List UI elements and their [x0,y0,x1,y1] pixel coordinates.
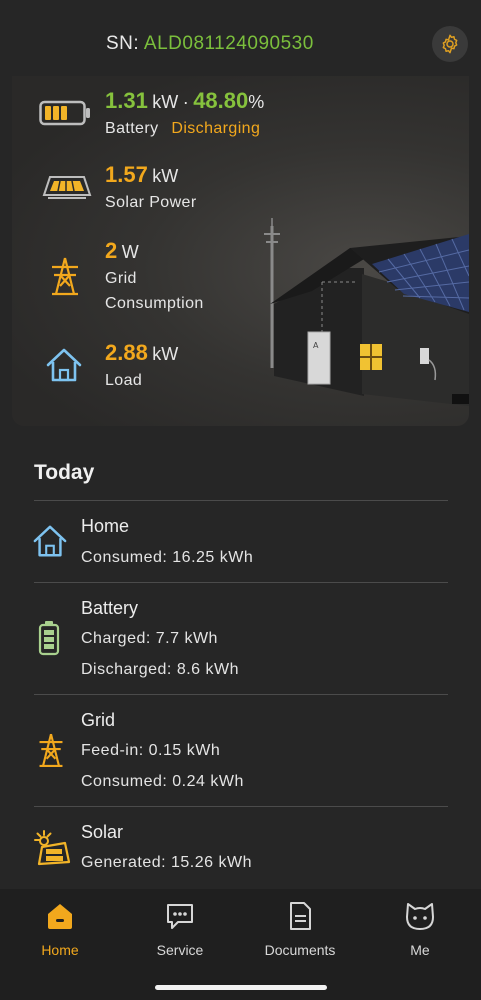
home-title: Home [81,516,130,536]
battery-power-unit: kW [152,92,179,112]
tab-documents-label: Documents [264,942,336,958]
solar-panel-icon [42,176,92,199]
chat-icon [167,904,193,929]
battery-icon [38,621,60,656]
battery-status: Discharging [171,120,261,137]
solar-power-label: Solar Power [105,194,197,211]
power-tower-icon [52,257,78,296]
tab-home[interactable]: Home [10,901,110,958]
grid-label-line2: Consumption [105,295,204,312]
grid-unit: W [121,242,139,262]
today-battery-row[interactable]: Battery Charged: 7.7 kWh Discharged: 8.6… [0,583,481,694]
cat-face-icon [406,903,434,930]
today-home-row[interactable]: Home Consumed: 16.25 kWh [0,501,481,582]
solar-power-value: 1.57 [105,162,148,187]
tab-me-label: Me [410,942,430,958]
svg-text:A: A [313,341,319,350]
solar-power-unit: kW [152,166,179,186]
battery-soc-value: 48.80 [193,88,249,113]
sn-value: ALD081124090530 [143,33,314,54]
load-label: Load [105,372,143,389]
sn-label: SN: [106,33,140,54]
tab-documents[interactable]: Documents [250,901,350,958]
battery-label: Battery [105,120,159,137]
battery-power-value: 1.31 [105,88,148,113]
grid-label-line1: Grid [105,270,137,287]
serial-number: SN: ALD081124090530 [106,33,314,55]
header: SN: ALD081124090530 [0,0,481,78]
tab-service-label: Service [156,942,204,958]
tab-home-label: Home [41,942,79,958]
gear-icon [442,34,458,54]
settings-button[interactable] [432,26,468,62]
load-unit: kW [152,344,179,364]
home-icon [33,525,67,557]
battery-discharged: Discharged: 8.6 kWh [81,661,240,678]
battery-title: Battery [81,598,139,618]
tab-service[interactable]: Service [130,901,230,958]
solar-sun-panel-icon [34,830,71,866]
grid-title: Grid [81,710,116,730]
today-title: Today [34,461,95,484]
battery-charged: Charged: 7.7 kWh [81,630,218,647]
home-consumed: Consumed: 16.25 kWh [81,549,254,566]
grid-value: 2 [105,238,118,263]
load-value: 2.88 [105,340,148,365]
today-grid-row[interactable]: Grid Feed-in: 0.15 kWh Consumed: 0.24 kW… [0,695,481,806]
today-solar-row[interactable]: Solar Generated: 15.26 kWh [0,807,481,887]
power-tower-icon [39,733,63,767]
grid-feed-in: Feed-in: 0.15 kWh [81,742,221,759]
document-icon [290,902,311,930]
solar-generated: Generated: 15.26 kWh [81,854,252,871]
energy-overview-card: A 1.31 kW · 48.80% Battery Discharging 1… [12,76,469,426]
home-icon [48,904,72,929]
grid-consumed: Consumed: 0.24 kWh [81,773,244,790]
solar-title: Solar [81,822,124,842]
tab-me[interactable]: Me [370,901,470,958]
bottom-tab-bar: Home Service Documents Me [0,889,481,1000]
home-indicator [155,985,327,990]
battery-separator: · [182,92,189,112]
home-icon [46,348,82,382]
battery-level-icon [39,100,90,126]
battery-soc-unit: % [248,92,265,112]
